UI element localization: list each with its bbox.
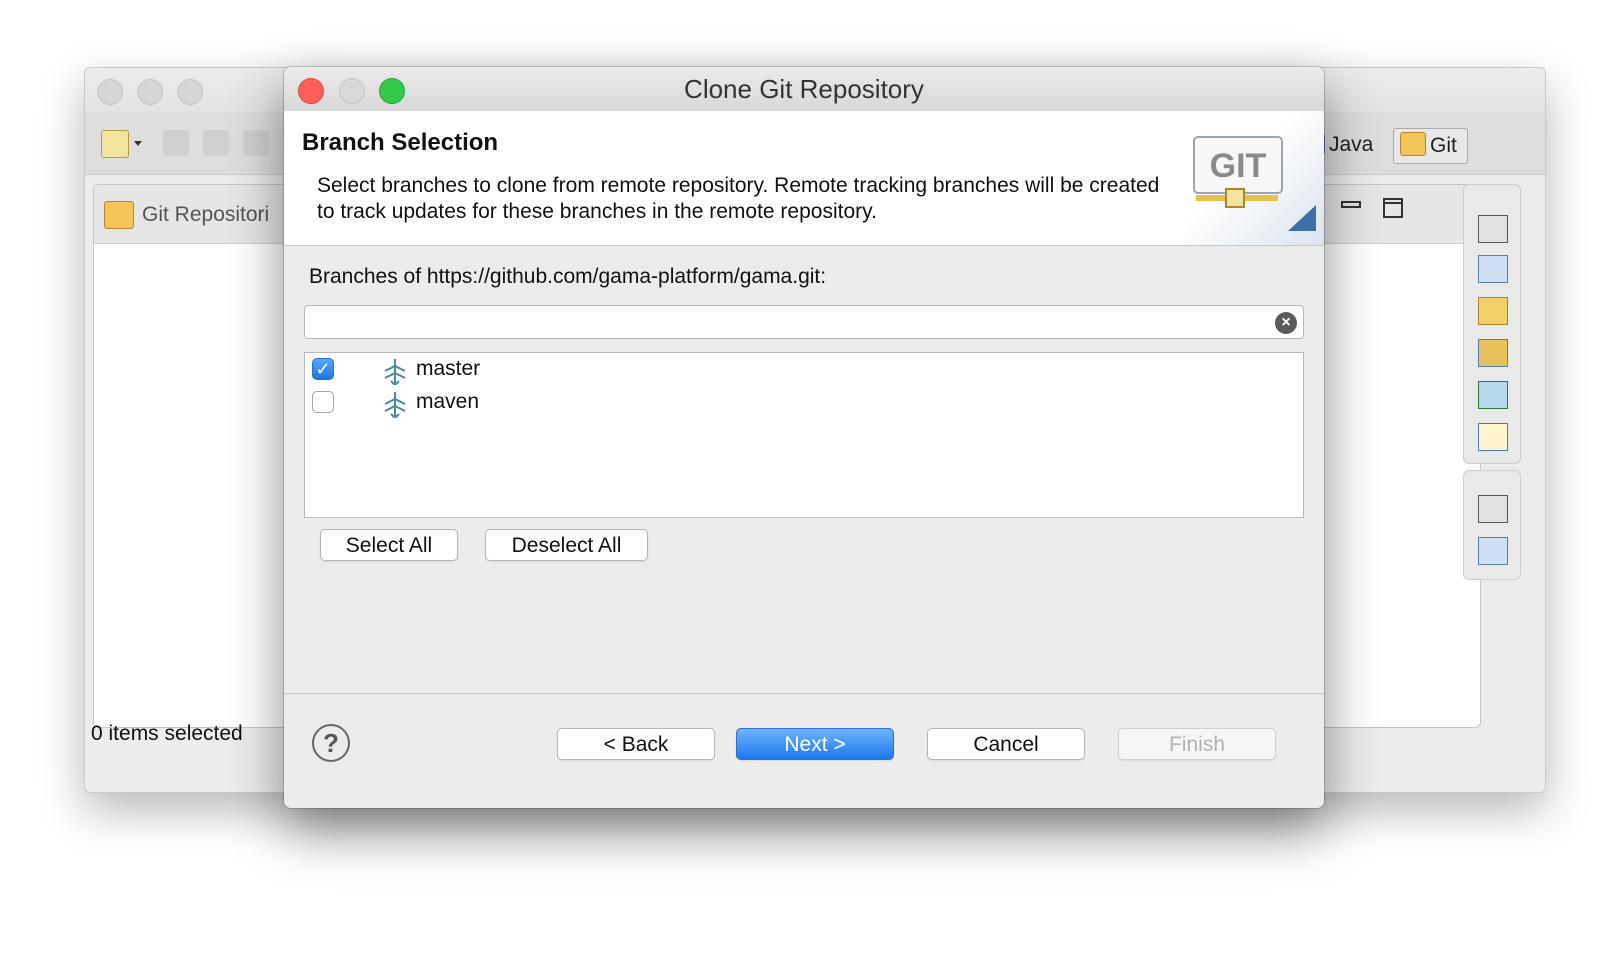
next-button[interactable]: Next > bbox=[736, 728, 894, 760]
new-file-icon[interactable] bbox=[101, 130, 129, 158]
branch-row-master[interactable]: ✓ master bbox=[305, 353, 1303, 387]
footer-separator bbox=[284, 693, 1324, 694]
save-icon[interactable] bbox=[163, 130, 189, 156]
branch-icon bbox=[384, 359, 406, 385]
back-button[interactable]: < Back bbox=[557, 728, 715, 760]
help-icon[interactable]: ? bbox=[312, 724, 350, 762]
cancel-button[interactable]: Cancel bbox=[927, 728, 1085, 760]
restore-icon[interactable] bbox=[1478, 215, 1508, 243]
dialog-title-bar: Clone Git Repository bbox=[284, 67, 1324, 112]
select-all-button[interactable]: Select All bbox=[320, 529, 458, 561]
git-logo-text: GIT bbox=[1210, 147, 1267, 185]
branch-filter-input[interactable] bbox=[311, 308, 1255, 338]
branch-name: master bbox=[416, 357, 481, 380]
side-trim-group-2 bbox=[1463, 470, 1521, 580]
history-icon[interactable] bbox=[1478, 339, 1508, 367]
status-bar-text: 0 items selected bbox=[91, 722, 243, 745]
reflog-icon[interactable] bbox=[1478, 423, 1508, 451]
outline-icon[interactable] bbox=[1478, 255, 1508, 283]
bg-close-button[interactable] bbox=[97, 79, 123, 105]
branches-label: Branches of https://github.com/gama-plat… bbox=[309, 265, 827, 288]
bg-minimize-button[interactable] bbox=[137, 79, 163, 105]
perspective-git-label: Git bbox=[1430, 134, 1457, 157]
side-trim-stack bbox=[1463, 184, 1521, 580]
perspective-git[interactable]: Git bbox=[1393, 128, 1468, 164]
branch-filter: × bbox=[304, 305, 1304, 339]
maximize-view-icon[interactable] bbox=[1382, 197, 1404, 219]
git-logo-icon: GIT bbox=[1184, 111, 1324, 245]
branch-row-maven[interactable]: maven bbox=[305, 386, 1303, 420]
finish-button: Finish bbox=[1118, 728, 1276, 760]
save-all-icon[interactable] bbox=[203, 130, 229, 156]
wizard-page-title: Branch Selection bbox=[302, 129, 499, 156]
staging-icon[interactable] bbox=[1478, 381, 1508, 409]
branch-name: maven bbox=[416, 390, 480, 413]
deselect-all-button[interactable]: Deselect All bbox=[485, 529, 648, 561]
restore-icon-2[interactable] bbox=[1478, 495, 1508, 523]
wizard-header: Branch Selection Select branches to clon… bbox=[284, 111, 1324, 246]
repositories-icon[interactable] bbox=[1478, 297, 1508, 325]
wizard-page-description: Select branches to clone from remote rep… bbox=[317, 174, 1160, 223]
chevron-down-icon[interactable] bbox=[133, 130, 143, 156]
properties-icon[interactable] bbox=[1478, 537, 1508, 565]
branch-list: ✓ master maven bbox=[304, 352, 1304, 518]
branch-icon bbox=[384, 392, 406, 418]
branch-checkbox-master[interactable]: ✓ bbox=[312, 358, 334, 380]
git-perspective-icon bbox=[1400, 132, 1426, 156]
dialog-title: Clone Git Repository bbox=[684, 74, 924, 104]
view-title: Git Repositori bbox=[142, 203, 270, 226]
branch-checkbox-maven[interactable] bbox=[312, 391, 334, 413]
bg-zoom-button[interactable] bbox=[177, 79, 203, 105]
clear-filter-icon[interactable]: × bbox=[1275, 312, 1297, 334]
minimize-view-icon[interactable] bbox=[1340, 199, 1362, 211]
git-repositories-icon bbox=[104, 201, 134, 229]
print-icon[interactable] bbox=[243, 130, 269, 156]
side-trim-group-1 bbox=[1463, 184, 1521, 464]
perspective-java-label: Java bbox=[1329, 133, 1374, 156]
clone-git-repository-dialog: Clone Git Repository Branch Selection Se… bbox=[284, 67, 1324, 808]
